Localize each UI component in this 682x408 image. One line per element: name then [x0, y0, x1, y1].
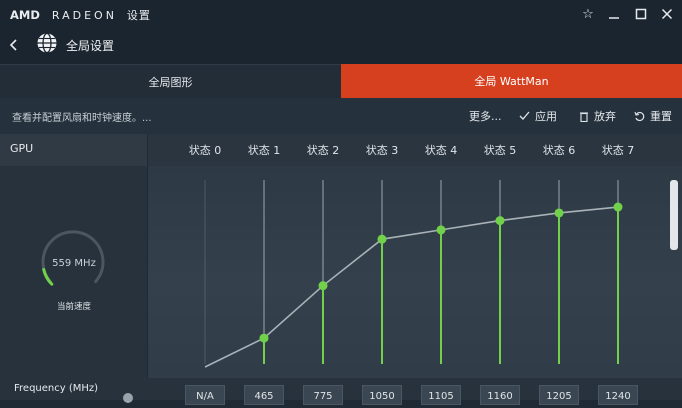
frequency-input-state-7[interactable]: 1240 — [598, 385, 638, 405]
clock-state-chart — [204, 180, 623, 368]
state-point-4[interactable] — [436, 225, 446, 235]
app-name: 设置 — [126, 9, 151, 22]
title-bar: AMD RADEON 设置 ☆ — [0, 0, 682, 28]
trash-icon — [579, 111, 589, 122]
tab-global-wattman[interactable]: 全局 WattMan — [341, 64, 682, 98]
star-icon[interactable]: ☆ — [577, 4, 599, 24]
state-label-2: 状态 2 — [306, 144, 340, 157]
more-button[interactable]: 更多... — [469, 108, 502, 124]
globe-icon — [36, 32, 58, 54]
tab-label: 全局图形 — [148, 75, 193, 89]
state-point-3[interactable] — [377, 234, 387, 244]
gpu-label: GPU — [10, 142, 34, 155]
frequency-input-state-0[interactable]: N/A — [185, 385, 225, 405]
amd-logo: AMD — [10, 8, 40, 22]
radeon-logo: RADEON — [51, 9, 117, 22]
hint-text: 查看并配置风扇和时钟速度。... — [12, 113, 152, 124]
tab-bar: 全局图形 全局 WattMan — [0, 64, 682, 98]
maximize-icon[interactable] — [630, 4, 652, 24]
reset-icon — [634, 111, 645, 122]
close-icon[interactable] — [656, 4, 678, 24]
brand-logo: AMD RADEON 设置 — [10, 7, 151, 22]
state-label-6: 状态 6 — [542, 144, 576, 157]
discard-button[interactable]: 放弃 — [579, 108, 616, 124]
state-label-4: 状态 4 — [424, 144, 458, 157]
scrollbar[interactable] — [670, 180, 678, 250]
frequency-input-state-1[interactable]: 465 — [244, 385, 284, 405]
check-icon — [519, 111, 530, 121]
state-point-6[interactable] — [554, 208, 564, 218]
state-label-7: 状态 7 — [601, 144, 635, 157]
gauge-caption: 当前速度 — [56, 302, 91, 312]
clock-state-graph — [148, 166, 682, 378]
state-point-5[interactable] — [495, 216, 505, 226]
frequency-input-state-3[interactable]: 1050 — [362, 385, 402, 405]
frequency-row: Frequency (MHz) N/A 465 775 1050 1105 1160 120… — [0, 378, 682, 405]
frequency-input-state-4[interactable]: 1105 — [421, 385, 461, 405]
state-point-2[interactable] — [318, 281, 328, 291]
action-bar: 查看并配置风扇和时钟速度。... 更多... 应用 放弃 重置 — [0, 98, 682, 134]
frequency-input-state-2[interactable]: 775 — [303, 385, 343, 405]
frequency-input-state-6[interactable]: 1205 — [539, 385, 579, 405]
page-title: 全局设置 — [66, 39, 115, 53]
clock-curve-line — [204, 206, 619, 368]
state-point-7[interactable] — [613, 202, 623, 212]
frequency-input-state-5[interactable]: 1160 — [480, 385, 520, 405]
state-label-5: 状态 5 — [483, 144, 517, 157]
frequency-toggle[interactable] — [123, 393, 133, 403]
reset-button[interactable]: 重置 — [634, 108, 672, 124]
gauge-value: 559 MHz — [52, 258, 96, 269]
minimize-icon[interactable] — [603, 4, 625, 24]
tab-label: 全局 WattMan — [474, 75, 549, 88]
reset-label: 重置 — [650, 110, 672, 123]
state-point-1[interactable] — [259, 333, 269, 343]
chevron-left-icon[interactable] — [8, 36, 22, 54]
discard-label: 放弃 — [594, 110, 616, 123]
gpu-header-left: GPU — [0, 134, 147, 166]
state-label-3: 状态 3 — [365, 144, 399, 157]
tab-global-graphics[interactable]: 全局图形 — [0, 64, 341, 98]
gpu-header-row: GPU 状态 0 状态 1 状态 2 状态 3 状态 4 状态 5 状态 6 状态 7 — [0, 134, 682, 166]
state-label-0: 状态 0 — [188, 144, 222, 157]
apply-button[interactable]: 应用 — [519, 108, 557, 124]
more-label: 更多... — [469, 110, 502, 123]
nav-row: 全局设置 — [0, 28, 682, 64]
state-label-1: 状态 1 — [247, 144, 281, 157]
apply-label: 应用 — [535, 110, 557, 123]
frequency-label: Frequency (MHz) — [14, 383, 99, 394]
